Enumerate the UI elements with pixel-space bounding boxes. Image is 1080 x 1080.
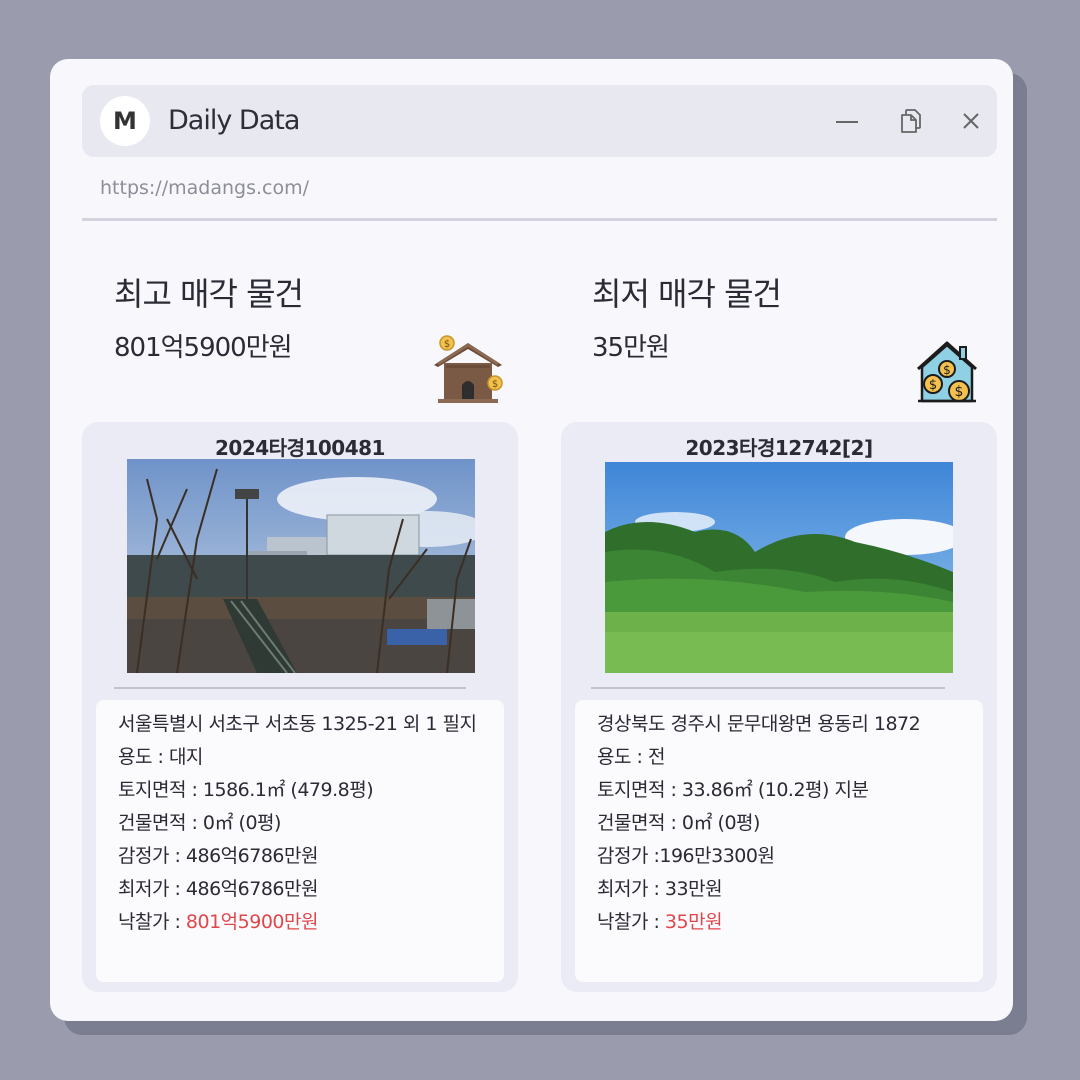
land-area: 토지면적 : 33.86㎡ (10.2평) 지분 bbox=[597, 779, 869, 801]
building-area: 건물면적 : 0㎡ (0평) bbox=[597, 812, 760, 834]
case-number: 2024타경100481 bbox=[215, 436, 385, 460]
property-address: 서울특별시 서초구 서초동 1325-21 외 1 필지 bbox=[118, 713, 477, 735]
highest-property-card[interactable]: 2024타경100481 서울특별시 서초구 서초동 1325-21 외 1 필… bbox=[82, 422, 518, 992]
lowest-label: 최저 매각 물건 bbox=[592, 275, 782, 313]
card-divider bbox=[591, 687, 945, 689]
avatar: M bbox=[100, 96, 150, 146]
winning-bid-value: 801억5900만원 bbox=[185, 911, 319, 933]
property-details: 서울특별시 서초구 서초동 1325-21 외 1 필지 용도 : 대지 토지면… bbox=[96, 700, 504, 982]
building-area: 건물면적 : 0㎡ (0평) bbox=[118, 812, 281, 834]
card-divider bbox=[114, 687, 466, 689]
winning-bid: 낙찰가 : 801억5900만원 bbox=[118, 906, 488, 939]
minimum-price: 최저가 : 486억6786만원 bbox=[118, 878, 318, 900]
title-bar: M Daily Data bbox=[82, 85, 997, 157]
house-money-icon: $ $ bbox=[434, 335, 503, 403]
house-coins-icon: $ $ $ bbox=[916, 341, 978, 403]
winning-bid-value: 35만원 bbox=[664, 911, 723, 933]
svg-text:$: $ bbox=[492, 379, 498, 390]
highest-price: 801억5900만원 bbox=[114, 333, 293, 363]
url-bar[interactable]: https://madangs.com/ bbox=[100, 177, 309, 199]
property-details: 경상북도 경주시 문무대왕면 용동리 1872 용도 : 전 토지면적 : 33… bbox=[575, 700, 983, 982]
lowest-property-card[interactable]: 2023타경12742[2] 경상북도 경주시 문무대왕면 용동리 1872 용… bbox=[561, 422, 997, 992]
app-title: Daily Data bbox=[168, 105, 300, 136]
svg-text:$: $ bbox=[955, 384, 964, 400]
property-use: 용도 : 대지 bbox=[118, 746, 203, 768]
highest-label: 최고 매각 물건 bbox=[114, 275, 304, 313]
property-photo bbox=[127, 459, 475, 673]
minimum-price: 최저가 : 33만원 bbox=[597, 878, 723, 900]
close-icon[interactable] bbox=[957, 107, 985, 135]
app-window: M Daily Data https://madangs.com/ 최고 매각 … bbox=[50, 59, 1013, 1021]
property-address: 경상북도 경주시 문무대왕면 용동리 1872 bbox=[597, 713, 921, 735]
case-number: 2023타경12742[2] bbox=[685, 436, 873, 460]
svg-text:$: $ bbox=[444, 339, 450, 350]
header-divider bbox=[82, 218, 997, 221]
winning-bid-label: 낙찰가 : bbox=[597, 911, 665, 933]
property-photo bbox=[605, 462, 953, 673]
minimize-icon[interactable] bbox=[833, 107, 861, 135]
copy-window-icon[interactable] bbox=[897, 107, 925, 135]
svg-text:$: $ bbox=[943, 363, 951, 377]
lowest-price: 35만원 bbox=[592, 333, 670, 363]
appraisal-price: 감정가 : 486억6786만원 bbox=[118, 845, 318, 867]
property-use: 용도 : 전 bbox=[597, 746, 665, 768]
appraisal-price: 감정가 :196만3300원 bbox=[597, 845, 775, 867]
winning-bid-label: 낙찰가 : bbox=[118, 911, 186, 933]
winning-bid: 낙찰가 : 35만원 bbox=[597, 906, 967, 939]
land-area: 토지면적 : 1586.1㎡ (479.8평) bbox=[118, 779, 374, 801]
svg-text:$: $ bbox=[929, 378, 937, 393]
